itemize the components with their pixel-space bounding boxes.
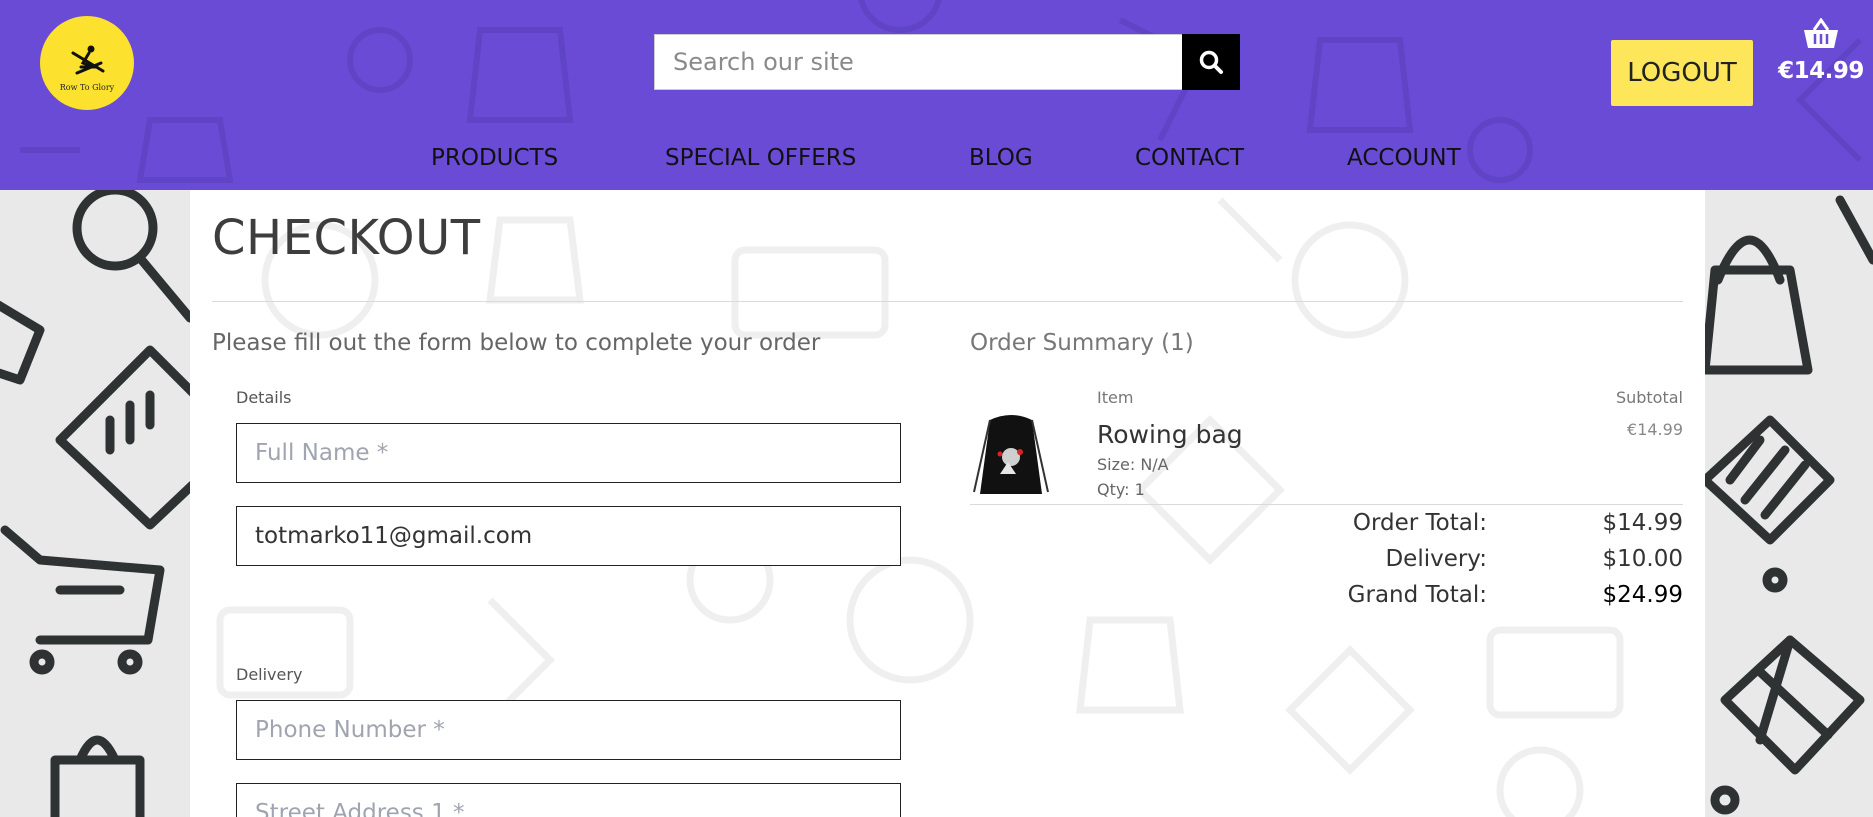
product-qty: Qty: 1 (1097, 480, 1145, 499)
nav-account[interactable]: ACCOUNT (1347, 145, 1461, 171)
search-bar (654, 34, 1240, 90)
grand-total-value: $24.99 (1602, 582, 1683, 608)
summary-divider (970, 504, 1683, 505)
logo-text: Row To Glory (59, 82, 115, 92)
basket-total: €14.99 (1778, 58, 1864, 84)
nav-contact[interactable]: CONTACT (1135, 145, 1244, 171)
order-total-value: $14.99 (1602, 510, 1683, 536)
details-label: Details (236, 388, 292, 407)
search-icon (1199, 50, 1223, 74)
logout-button[interactable]: LOGOUT (1611, 40, 1753, 106)
delivery-label: Delivery (236, 665, 303, 684)
basket-icon (1804, 17, 1838, 48)
phone-field[interactable] (236, 700, 901, 760)
item-column-header: Item (1097, 388, 1134, 407)
product-subtotal: €14.99 (1627, 420, 1683, 439)
page-title: CHECKOUT (212, 210, 481, 266)
rower-icon (71, 45, 105, 74)
main-nav: PRODUCTS SPECIAL OFFERS BLOG CONTACT ACC… (0, 140, 1873, 180)
checkout-panel: CHECKOUT Please fill out the form below … (190, 190, 1705, 817)
delivery-cost-value: $10.00 (1602, 546, 1683, 572)
form-intro: Please fill out the form below to comple… (212, 330, 821, 356)
street-address-1-field[interactable] (236, 783, 901, 817)
order-summary-title: Order Summary (1) (970, 330, 1194, 356)
product-name: Rowing bag (1097, 420, 1243, 449)
site-logo[interactable]: Row To Glory (40, 16, 134, 110)
full-name-field[interactable] (236, 423, 901, 483)
grand-total-label: Grand Total: (1347, 582, 1487, 608)
delivery-cost-label: Delivery: (1385, 546, 1487, 572)
order-total-label: Order Total: (1352, 510, 1487, 536)
site-header: Row To Glory LOGOUT €14.99 PRODUCTS SPEC… (0, 0, 1873, 190)
product-size: Size: N/A (1097, 455, 1169, 474)
rowing-bag-image[interactable] (970, 412, 1052, 496)
email-field[interactable] (236, 506, 901, 566)
nav-special-offers[interactable]: SPECIAL OFFERS (665, 145, 856, 171)
nav-products[interactable]: PRODUCTS (431, 145, 558, 171)
search-button[interactable] (1182, 34, 1240, 90)
title-divider (212, 301, 1683, 302)
basket-link[interactable]: €14.99 (1774, 17, 1868, 84)
subtotal-column-header: Subtotal (1615, 388, 1683, 407)
search-input[interactable] (654, 34, 1182, 90)
nav-blog[interactable]: BLOG (969, 145, 1033, 171)
